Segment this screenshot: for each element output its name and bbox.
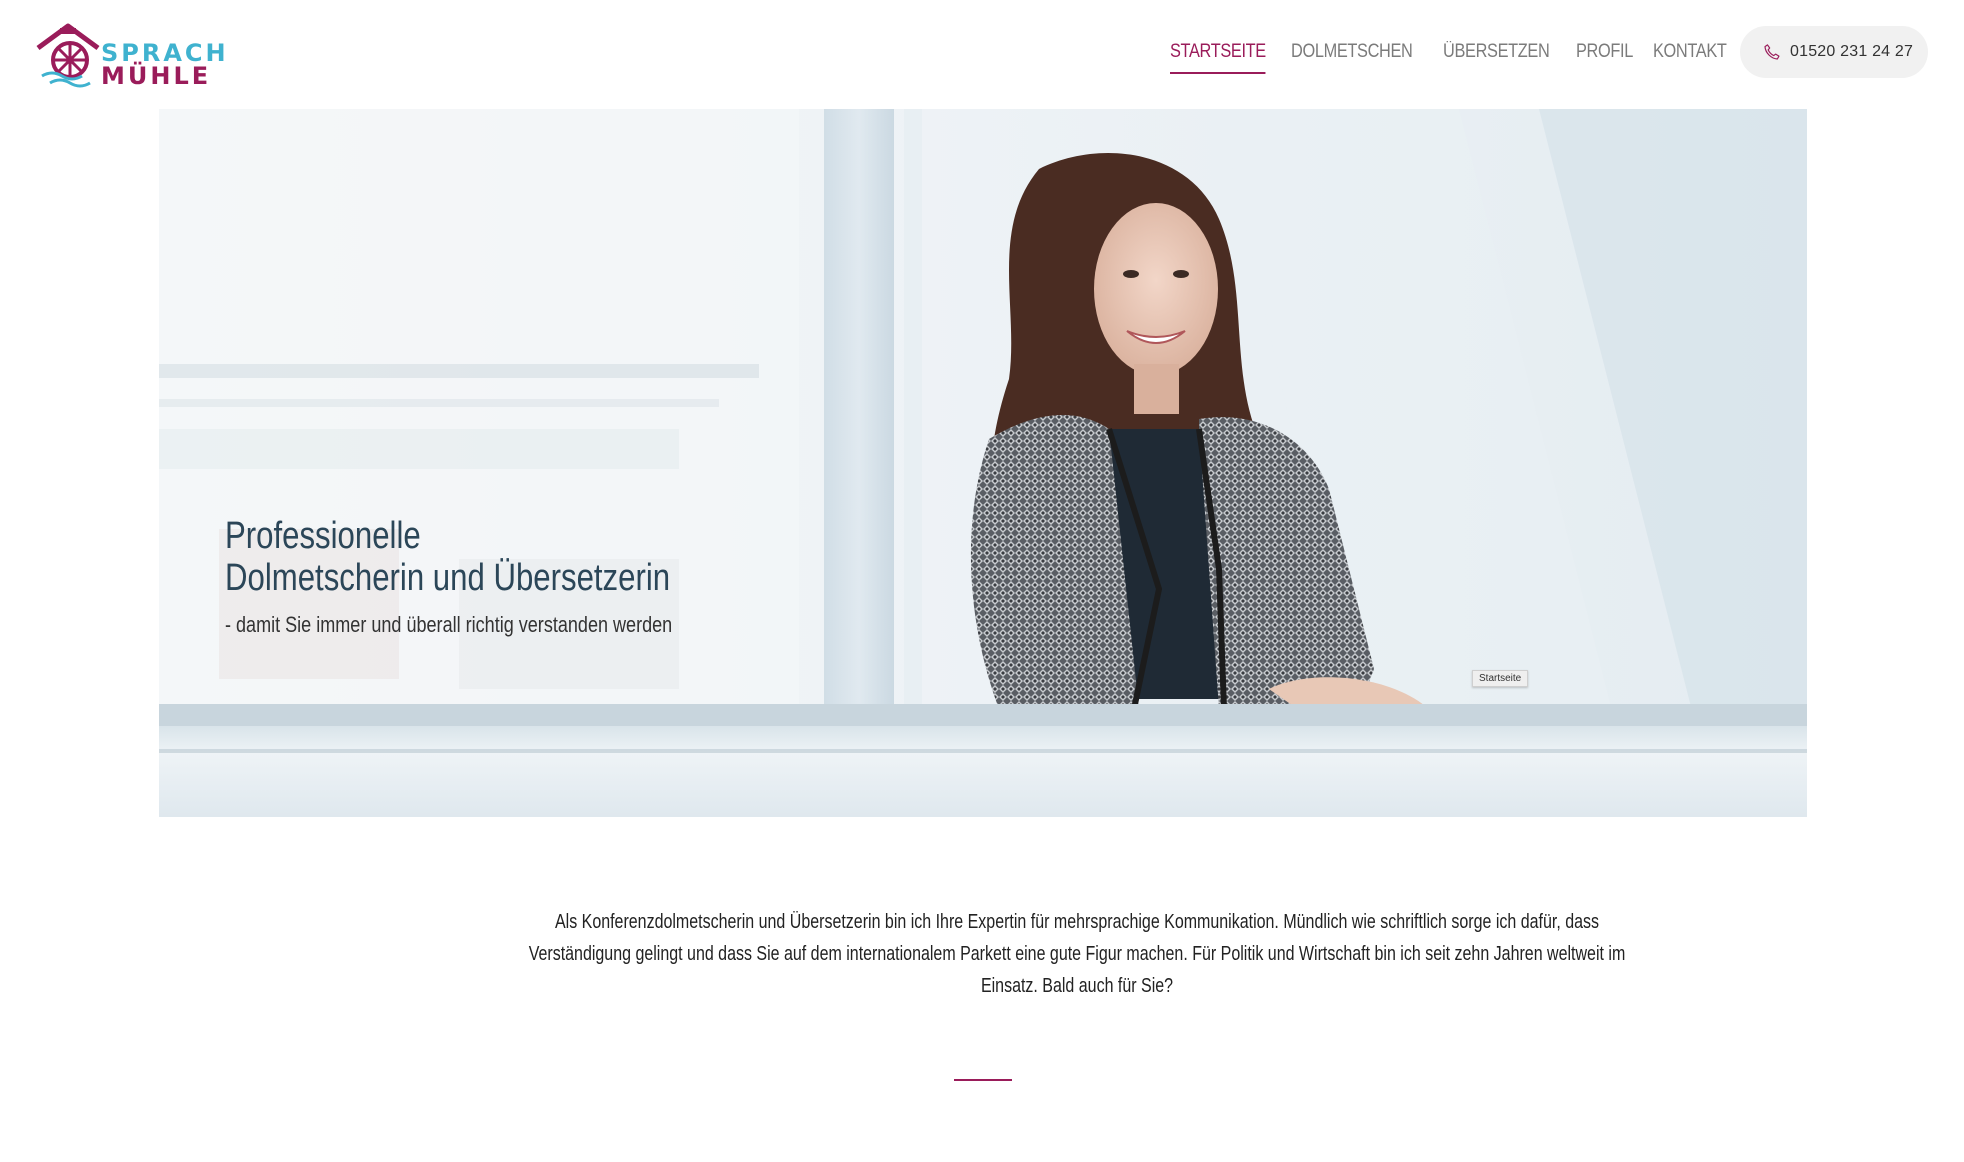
logo-text-muehle: MÜHLE (101, 62, 212, 90)
hero-headline-line-1: Professionelle (225, 515, 421, 557)
phone-icon (1764, 44, 1780, 60)
hero-banner: Professionelle Dolmetscherin und Überset… (159, 109, 1807, 817)
nav-item-profil[interactable]: PROFIL (1576, 38, 1633, 74)
main-navigation: STARTSEITE DOLMETSCHEN ÜBERSETZEN PROFIL… (1170, 38, 1728, 78)
hero-photo (159, 109, 1807, 817)
hero-headline: Professionelle Dolmetscherin und Überset… (225, 515, 670, 599)
mill-logo-icon (36, 23, 100, 88)
intro-paragraph: Als Konferenzdolmetscherin und Übersetze… (528, 911, 1626, 997)
section-divider (954, 1079, 1012, 1081)
nav-item-startseite[interactable]: STARTSEITE (1170, 38, 1266, 74)
image-caption-tag: Startseite (1472, 670, 1529, 687)
nav-item-dolmetschen[interactable]: DOLMETSCHEN (1291, 38, 1413, 74)
site-header: SPRACH MÜHLE STARTSEITE DOLMETSCHEN ÜBER… (0, 0, 1964, 108)
hero-headline-line-2: Dolmetscherin und Übersetzerin (225, 557, 671, 599)
nav-item-uebersetzen[interactable]: ÜBERSETZEN (1443, 38, 1550, 74)
sprachmuehle-logo[interactable]: SPRACH MÜHLE (36, 22, 226, 88)
phone-number: 01520 231 24 27 (1790, 43, 1914, 60)
hero-subline: - damit Sie immer und überall richtig ve… (225, 612, 673, 637)
nav-item-kontakt[interactable]: KONTAKT (1653, 38, 1727, 74)
intro-section: Als Konferenzdolmetscherin und Übersetze… (382, 906, 1626, 1002)
phone-button[interactable]: 01520 231 24 27 (1740, 26, 1928, 78)
